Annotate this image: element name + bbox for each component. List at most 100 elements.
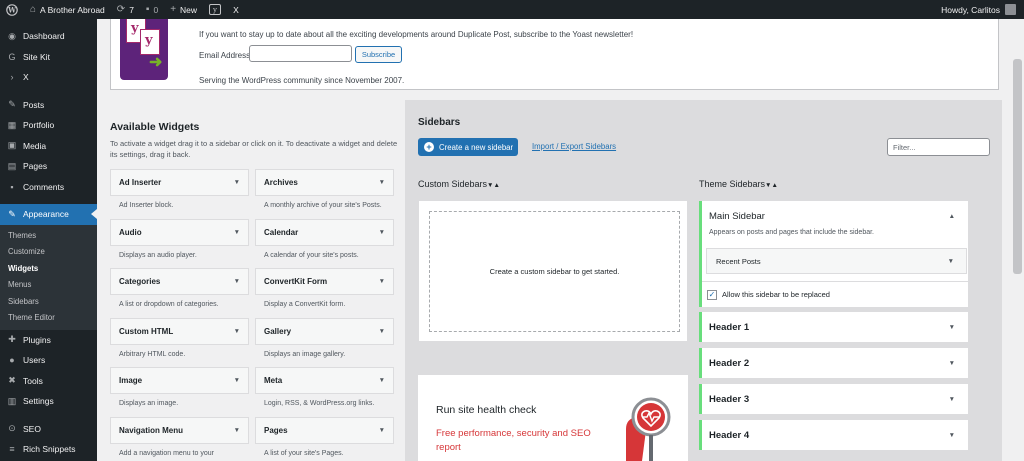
widget-ad-inserter[interactable]: Ad Inserter ▼: [110, 169, 249, 196]
main-sidebar-title[interactable]: Main Sidebar: [709, 211, 765, 222]
plus-icon: +: [170, 3, 177, 15]
menu-item-settings[interactable]: ▥ Settings: [0, 391, 97, 412]
allow-replace-checkbox[interactable]: ✓: [707, 289, 717, 300]
menu-item-tools[interactable]: ✖ Tools: [0, 371, 97, 392]
heart-magnifier-illustration: [626, 397, 671, 461]
collapse-arrow-icon[interactable]: ▲: [949, 213, 955, 220]
duplicate-post-logo: y y ➜: [120, 19, 168, 80]
menu-item-x[interactable]: › X: [0, 67, 97, 88]
sidebar-header-3[interactable]: Header 3 ▼: [699, 384, 968, 414]
widget-description: A calendar of your site's posts.: [264, 251, 359, 259]
chevron-down-icon: ▼: [233, 327, 240, 335]
new-label: New: [180, 4, 198, 15]
menu-item-users[interactable]: ● Users: [0, 350, 97, 371]
custom-sidebar-placeholder: Create a custom sidebar to get started.: [429, 211, 680, 332]
updates-link[interactable]: ⟳ 7: [111, 0, 140, 19]
custom-sidebars-heading[interactable]: Custom Sidebars▼▲: [418, 179, 500, 189]
chevron-down-icon: ▼: [378, 179, 385, 186]
menu-item-pages[interactable]: ▤ Pages: [0, 156, 97, 177]
widget-categories[interactable]: Categories ▼: [110, 268, 249, 296]
submenu-item-theme-editor[interactable]: Theme Editor: [0, 310, 97, 327]
scrollbar[interactable]: [1011, 19, 1024, 461]
widget-calendar[interactable]: Calendar ▼: [255, 218, 394, 246]
site-name-link[interactable]: ⌂ A Brother Abroad: [24, 0, 111, 19]
updates-icon: ⟳: [116, 3, 126, 15]
available-widgets-desc: To activate a widget drag it to a sideba…: [110, 139, 398, 159]
menu-label: Dashboard: [23, 31, 65, 42]
widget-pages[interactable]: Pages ▼: [255, 417, 394, 444]
chevron-down-icon: ▼: [378, 278, 385, 286]
menu-label: X: [23, 72, 29, 83]
sidebar-title: Header 2: [709, 357, 750, 369]
widget-archives[interactable]: Archives ▼: [255, 169, 394, 196]
sidebar-header-2[interactable]: Header 2 ▼: [699, 348, 968, 378]
menu-item-appearance[interactable]: ✎ Appearance: [0, 204, 97, 225]
updates-count: 7: [129, 4, 134, 15]
widget-image[interactable]: Image ▼: [110, 367, 249, 395]
subscribe-button[interactable]: Subscribe: [355, 46, 402, 63]
widget-custom-html[interactable]: Custom HTML ▼: [110, 317, 249, 345]
submenu-item-widgets[interactable]: Widgets: [0, 261, 97, 278]
menu-label: SEO: [23, 423, 41, 434]
yoast-link[interactable]: y: [203, 0, 227, 19]
widget-meta[interactable]: Meta ▼: [255, 367, 394, 395]
widget-description: Displays an audio player.: [119, 251, 197, 259]
health-report-link[interactable]: Free performance, security and SEO repor…: [436, 427, 616, 455]
submenu-item-customize[interactable]: Customize: [0, 244, 97, 261]
filter-input[interactable]: Filter...: [887, 138, 990, 156]
comments-link[interactable]: ▪ 0: [140, 0, 164, 19]
chevron-down-icon: ▼: [233, 278, 240, 286]
chevron-down-icon: ▼: [233, 179, 240, 186]
new-content-link[interactable]: + New: [164, 0, 203, 19]
widget-convertkit-form[interactable]: ConvertKit Form ▼: [255, 268, 394, 296]
account-menu[interactable]: Howdy, Carlitos: [941, 4, 1024, 15]
menu-item-seo[interactable]: ⊙ SEO: [0, 419, 97, 440]
widget-description: Ad Inserter block.: [119, 202, 174, 209]
widget-audio[interactable]: Audio ▼: [110, 218, 249, 246]
menu-item-plugins[interactable]: ✚ Plugins: [0, 330, 97, 351]
sort-icon: ▼▲: [765, 182, 778, 189]
theme-sidebars-heading[interactable]: Theme Sidebars▼▲: [699, 179, 778, 189]
menu-item-comments[interactable]: ▪ Comments: [0, 177, 97, 198]
widget-name: Calendar: [264, 227, 299, 237]
health-title: Run site health check: [436, 404, 537, 416]
widget-navigation-menu[interactable]: Navigation Menu ▼: [110, 417, 249, 444]
sidebars-title: Sidebars: [418, 117, 461, 128]
menu-item-posts[interactable]: ✎ Posts: [0, 95, 97, 116]
create-sidebar-button[interactable]: + Create a new sidebar: [418, 138, 518, 156]
widget-name: Archives: [264, 178, 298, 187]
widget-name: ConvertKit Form: [264, 277, 328, 287]
menu-label: Appearance: [23, 209, 69, 220]
recent-posts-widget[interactable]: Recent Posts ▼: [706, 248, 967, 274]
sidebar-header-1[interactable]: Header 1 ▼: [699, 312, 968, 342]
x-icon: ›: [10, 72, 14, 83]
submenu-item-menus[interactable]: Menus: [0, 277, 97, 294]
widget-gallery[interactable]: Gallery ▼: [255, 317, 394, 345]
menu-item-rich-snippets[interactable]: ≡ Rich Snippets: [0, 439, 97, 460]
menu-label: Pages: [23, 161, 48, 172]
scrollbar-thumb[interactable]: [1013, 59, 1022, 274]
allow-replace-label: Allow this sidebar to be replaced: [722, 290, 830, 299]
menu-item-site-kit[interactable]: G Site Kit: [0, 47, 97, 68]
sidebar-header-4[interactable]: Header 4 ▼: [699, 420, 968, 450]
menu-item-portfolio[interactable]: ▦ Portfolio: [0, 115, 97, 136]
users-icon: ●: [9, 355, 15, 366]
widget-description: Add a navigation menu to your: [119, 450, 214, 457]
svg-text:W: W: [7, 5, 16, 14]
menu-label: Media: [23, 140, 47, 151]
widget-description: Displays an image gallery.: [264, 350, 346, 358]
menu-item-media[interactable]: ▣ Media: [0, 136, 97, 157]
x-link[interactable]: X: [227, 0, 245, 19]
menu-item-dashboard[interactable]: ◉ Dashboard: [0, 26, 97, 47]
widget-description: Display a ConvertKit form.: [264, 301, 346, 309]
submenu-item-sidebars[interactable]: Sidebars: [0, 294, 97, 311]
wordpress-logo[interactable]: W: [0, 0, 24, 19]
widget-description: Displays an image.: [119, 400, 179, 408]
rich-snippets-icon: ≡: [9, 444, 15, 455]
chevron-down-icon: ▼: [233, 377, 240, 385]
submenu-item-themes[interactable]: Themes: [0, 228, 97, 245]
email-field[interactable]: [249, 45, 352, 62]
menu-label: Users: [23, 355, 46, 366]
menu-label: Portfolio: [23, 120, 55, 131]
import-export-link[interactable]: Import / Export Sidebars: [532, 142, 616, 151]
